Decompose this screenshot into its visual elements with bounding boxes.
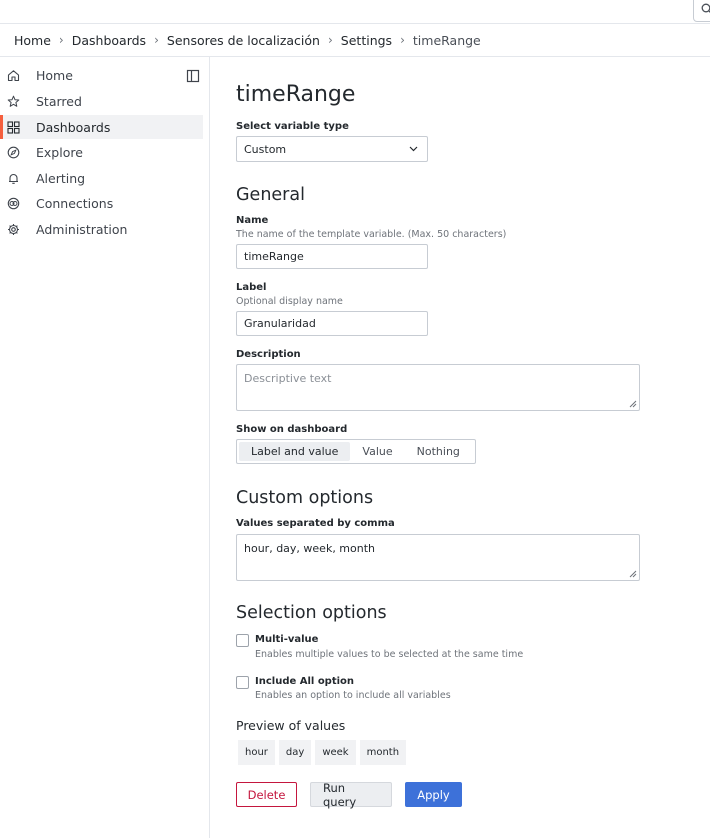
multi-value-label: Multi-value — [255, 634, 319, 645]
sidebar-item-connections[interactable]: Connections — [0, 191, 203, 215]
multi-value-description: Enables multiple values to be selected a… — [255, 649, 524, 660]
preview-tag: hour — [238, 740, 275, 765]
general-section-title: General — [236, 185, 305, 205]
name-label: Name — [236, 215, 269, 226]
compass-icon — [6, 145, 20, 159]
include-all-label: Include All option — [255, 676, 355, 687]
multi-value-checkbox[interactable] — [236, 634, 249, 647]
variable-type-value: Custom — [244, 142, 287, 156]
values-label: Values separated by comma — [236, 518, 395, 529]
radio-value[interactable]: Value — [350, 442, 404, 461]
sidebar-item-label: Connections — [36, 195, 114, 211]
radio-label-and-value[interactable]: Label and value — [239, 442, 351, 461]
breadcrumb-separator: › — [154, 33, 159, 47]
sidebar-item-alerting[interactable]: Alerting — [0, 166, 203, 190]
values-text: hour, day, week, month — [244, 542, 376, 555]
apply-button[interactable]: Apply — [405, 782, 462, 807]
name-input[interactable]: timeRange — [236, 244, 428, 269]
preview-tag: day — [278, 740, 312, 765]
delete-button[interactable]: Delete — [236, 782, 297, 807]
sidebar: Home Starred Dashboards Explore Alerting… — [0, 57, 210, 838]
run-query-button[interactable]: Run query — [310, 781, 392, 809]
bell-icon — [6, 171, 20, 185]
preview-tag: week — [315, 740, 356, 765]
gear-icon — [6, 222, 20, 236]
selection-options-section-title: Selection options — [236, 603, 387, 623]
sidebar-item-home[interactable]: Home — [0, 63, 203, 87]
description-label: Description — [236, 349, 301, 360]
resize-grip-icon[interactable] — [629, 570, 637, 578]
variable-type-label: Select variable type — [236, 121, 349, 132]
search-button[interactable] — [693, 0, 710, 22]
variable-type-select[interactable]: Custom — [236, 136, 428, 162]
breadcrumb-current: timeRange — [412, 32, 481, 48]
breadcrumb-settings[interactable]: Settings — [341, 33, 392, 48]
radio-nothing[interactable]: Nothing — [405, 442, 472, 461]
sidebar-item-label: Alerting — [36, 170, 86, 186]
include-all-description: Enables an option to include all variabl… — [255, 690, 451, 701]
sidebar-item-label: Explore — [36, 144, 83, 160]
description-placeholder: Descriptive text — [244, 372, 332, 385]
home-icon — [6, 68, 20, 82]
breadcrumb: Home › Dashboards › Sensores de localiza… — [14, 24, 481, 56]
page-title: timeRange — [236, 82, 356, 107]
sidebar-item-explore[interactable]: Explore — [0, 140, 203, 164]
breadcrumb-separator: › — [327, 33, 333, 47]
show-on-dashboard-radio-group: Label and value Value Nothing — [236, 439, 476, 464]
search-icon — [701, 3, 710, 13]
dashboards-grid-icon — [6, 120, 20, 134]
star-icon — [6, 94, 20, 108]
connections-icon — [6, 196, 20, 210]
label-label: Label — [236, 282, 267, 293]
sidebar-item-dashboards[interactable]: Dashboards — [0, 115, 203, 139]
name-description: The name of the template variable. (Max.… — [236, 229, 507, 240]
preview-label: Preview of values — [236, 718, 346, 733]
breadcrumb-dashboard[interactable]: Sensores de localización — [167, 33, 320, 48]
sidebar-item-label: Home — [36, 67, 73, 83]
sidebar-item-label: Dashboards — [36, 119, 111, 135]
label-description: Optional display name — [236, 296, 343, 307]
sidebar-item-label: Starred — [36, 93, 82, 109]
include-all-checkbox[interactable] — [236, 676, 249, 689]
preview-tag: month — [359, 740, 407, 765]
sidebar-item-label: Administration — [36, 221, 128, 237]
breadcrumb-dashboards[interactable]: Dashboards — [72, 33, 146, 48]
sidebar-item-administration[interactable]: Administration — [0, 217, 203, 241]
chevron-down-icon — [409, 146, 418, 152]
show-on-dashboard-label: Show on dashboard — [236, 424, 348, 435]
custom-options-section-title: Custom options — [236, 488, 374, 508]
preview-values: hour day week month — [238, 740, 407, 765]
description-textarea[interactable]: Descriptive text — [236, 364, 640, 411]
top-bar — [0, 0, 710, 24]
values-textarea[interactable]: hour, day, week, month — [236, 534, 640, 581]
breadcrumb-home[interactable]: Home — [14, 33, 51, 48]
breadcrumb-separator: › — [400, 33, 405, 47]
sidebar-item-starred[interactable]: Starred — [0, 89, 203, 113]
breadcrumb-separator: › — [58, 33, 64, 47]
label-input[interactable]: Granularidad — [236, 311, 428, 336]
resize-grip-icon[interactable] — [629, 400, 637, 408]
